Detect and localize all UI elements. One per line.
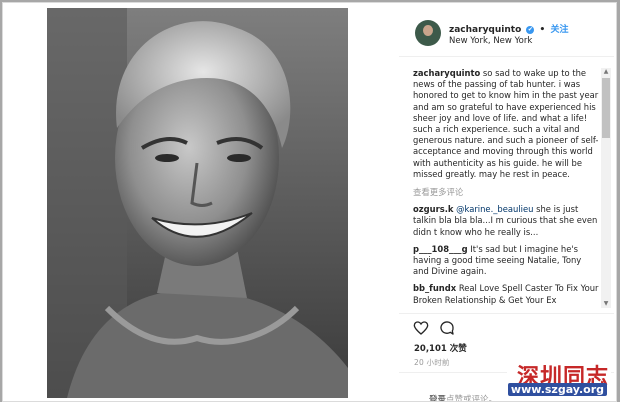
comment-mention[interactable]: @karine._beaulieu — [456, 204, 533, 214]
login-prompt-rest: 后可点赞或评论。 — [429, 395, 498, 402]
post-timestamp[interactable]: 20 小时前 — [414, 357, 450, 368]
caption: zacharyquinto so sad to wake up to the n… — [413, 68, 599, 180]
separator-dot: • — [539, 25, 546, 35]
follow-button[interactable]: 关注 — [550, 25, 568, 35]
likes-count[interactable]: 20,101 次赞 — [414, 342, 467, 354]
screenshot-frame: zacharyquinto ✔ • 关注 New York, New York … — [0, 0, 620, 402]
comments-list[interactable]: zacharyquinto so sad to wake up to the n… — [413, 68, 599, 308]
post-card: zacharyquinto ✔ • 关注 New York, New York … — [2, 2, 617, 402]
watermark-url: www.szgay.org — [507, 383, 607, 396]
scroll-up-icon[interactable]: ▲ — [601, 68, 611, 76]
comment-icon[interactable] — [439, 320, 455, 336]
comment-username[interactable]: p___108___g — [413, 244, 468, 254]
location-link[interactable]: New York, New York — [449, 36, 532, 46]
comment-item: bb_fundx Real Love Spell Caster To Fix Y… — [413, 283, 599, 305]
comment-item: ozgurs.k @karine._beaulieu she is just t… — [413, 204, 599, 238]
load-more-comments-link[interactable]: 查看更多评论 — [413, 187, 599, 198]
comment-username[interactable]: ozgurs.k — [413, 204, 453, 214]
author-username[interactable]: zacharyquinto — [449, 25, 521, 35]
comment-item: p___108___g It's sad but I imagine he's … — [413, 244, 599, 278]
post-photo[interactable] — [47, 8, 348, 398]
comments-scrollbar[interactable]: ▲ ▼ — [601, 68, 611, 308]
comment-username[interactable]: bb_fundx — [413, 283, 456, 293]
portrait-image — [47, 8, 348, 398]
post-header: zacharyquinto ✔ • 关注 New York, New York — [399, 8, 614, 57]
author-line: zacharyquinto ✔ • 关注 — [449, 22, 568, 35]
scroll-down-icon[interactable]: ▼ — [601, 300, 611, 308]
caption-username[interactable]: zacharyquinto — [413, 68, 480, 78]
scroll-thumb[interactable] — [602, 78, 610, 138]
heart-icon[interactable] — [413, 320, 429, 336]
post-sidebar: zacharyquinto ✔ • 关注 New York, New York … — [399, 8, 614, 401]
verified-badge-icon: ✔ — [526, 25, 535, 34]
site-watermark: 深圳同志 www.szgay.org — [507, 359, 611, 397]
caption-text: so sad to wake up to the news of the pas… — [413, 68, 599, 179]
avatar[interactable] — [415, 20, 441, 46]
